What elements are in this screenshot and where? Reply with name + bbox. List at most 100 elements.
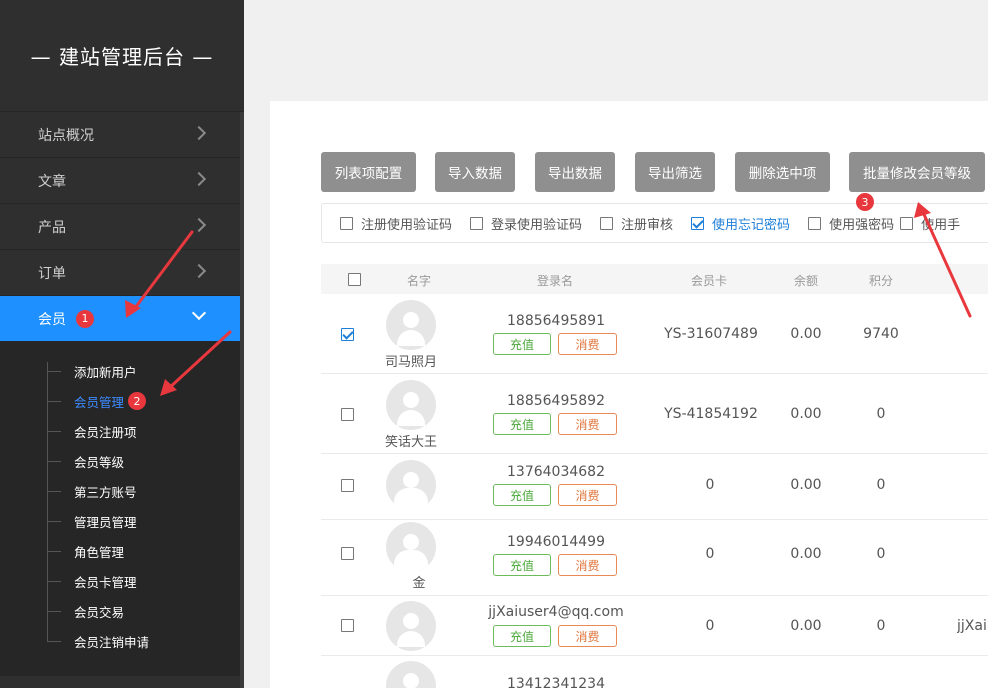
avatar [386,300,436,350]
row-balance: 0.00 [790,326,822,342]
app-title: — 建站管理后台 — [0,0,244,112]
sidebar-item-label: 产品 [38,219,66,236]
row-checkbox[interactable] [341,619,354,632]
row-nickname: 笑话大王 [384,435,437,450]
row-balance: 0.00 [790,546,822,562]
checkbox[interactable] [600,216,614,230]
list-config-button[interactable]: 列表项配置 [321,152,416,192]
table-row[interactable]: 13764034682 充值 消费 0 0.00 0 [321,454,988,520]
annotation-badge-2: 2 [128,392,147,410]
chevron-right-icon [191,125,207,141]
consume-button[interactable]: 消费 [558,484,617,506]
consume-button[interactable]: 消费 [558,625,617,647]
row-nickname: 金 [412,576,426,591]
checkbox[interactable] [470,216,484,230]
submenu-role-management[interactable]: 角色管理 [0,536,244,566]
row-checkbox[interactable] [341,408,354,421]
row-card: 0 [705,546,715,562]
avatar [386,661,436,688]
options-bar: 注册使用验证码 登录使用验证码 注册审核 使用忘记密码 使用强密码 使用手 [321,203,988,243]
submenu-member-transactions[interactable]: 会员交易 [0,596,244,626]
row-points: 0 [876,546,886,562]
checkbox[interactable] [808,216,822,230]
submenu-third-party-accounts[interactable]: 第三方账号 [0,476,244,506]
checkbox[interactable] [340,216,353,230]
sidebar-item-label: 站点概况 [38,127,94,144]
submenu-add-user[interactable]: 添加新用户 [0,356,244,386]
submenu-member-card-management[interactable]: 会员卡管理 [0,566,244,596]
row-points: 0 [876,618,886,634]
submenu-registration-fields[interactable]: 会员注册项 [0,416,244,446]
option-label: 注册审核 [621,217,674,233]
export-filter-button[interactable]: 导出筛选 [635,152,715,192]
row-login: 18856495891 [507,313,605,329]
header-card: 会员卡 [691,274,728,288]
sidebar-item-orders[interactable]: 订单 [0,250,244,296]
row-checkbox[interactable] [341,479,354,492]
option-use-phone[interactable]: 使用手 [900,214,960,233]
avatar [386,522,436,572]
recharge-button[interactable]: 充值 [493,625,551,647]
table-row[interactable]: 金 19946014499 充值 消费 0 0.00 0 [321,520,988,596]
row-card: YS-31607489 [664,326,758,342]
consume-button[interactable]: 消费 [558,554,617,576]
submenu-member-levels[interactable]: 会员等级 [0,446,244,476]
submenu-admin-management[interactable]: 管理员管理 [0,506,244,536]
option-register-review[interactable]: 注册审核 [600,214,673,233]
recharge-button[interactable]: 充值 [493,554,551,576]
sidebar-item-products[interactable]: 产品 [0,204,244,250]
option-label: 使用忘记密码 [712,217,791,233]
header-login: 登录名 [537,274,574,288]
delete-selected-button[interactable]: 删除选中项 [735,152,830,192]
batch-modify-level-button[interactable]: 批量修改会员等级 [849,152,985,192]
table-row[interactable]: 司马照月 18856495891 充值 消费 YS-31607489 0.00 … [321,294,988,374]
row-login: 18856495892 [507,393,605,409]
recharge-button[interactable]: 充值 [493,413,551,435]
option-login-captcha[interactable]: 登录使用验证码 [470,214,582,233]
row-card: YS-41854192 [664,406,758,422]
row-login: jjXaiuser4@qq.com [488,604,624,620]
import-data-button[interactable]: 导入数据 [435,152,515,192]
recharge-button[interactable]: 充值 [493,484,551,506]
chevron-right-icon [191,171,207,187]
row-balance: 0.00 [790,477,822,493]
row-checkbox[interactable] [341,547,354,560]
sidebar-scrollbar[interactable] [240,112,244,688]
row-card: 0 [705,618,715,634]
sidebar-item-articles[interactable]: 文章 [0,158,244,204]
table-row[interactable]: jjXaiuser4@qq.com 充值 消费 0 0.00 0 jjXai [321,596,988,656]
table-row[interactable]: 笑话大王 18856495892 充值 消费 YS-41854192 0.00 … [321,374,988,454]
select-all-checkbox[interactable] [348,273,361,286]
row-points: 0 [876,406,886,422]
table-header: 名字 登录名 会员卡 余额 积分 [321,264,988,294]
row-login: 13764034682 [507,464,605,480]
header-balance: 余额 [794,274,819,288]
avatar [386,460,436,510]
table-row[interactable]: 13412341234 [321,656,988,688]
option-forgot-password[interactable]: 使用忘记密码 [691,214,790,233]
sidebar-item-label: 会员 [38,311,66,328]
members-submenu: 添加新用户 会员管理 2 会员注册项 会员等级 第三方账号 管理员管理 角色管理… [0,342,244,676]
avatar [386,380,436,430]
checkbox-checked[interactable] [691,216,705,230]
option-register-captcha[interactable]: 注册使用验证码 [340,214,452,233]
row-balance: 0.00 [790,406,822,422]
sidebar-item-overview[interactable]: 站点概况 [0,112,244,158]
consume-button[interactable]: 消费 [558,333,617,355]
export-data-button[interactable]: 导出数据 [535,152,615,192]
row-nickname: 司马照月 [384,355,437,370]
submenu-label: 会员管理 [74,394,125,410]
checkbox[interactable] [900,216,914,230]
submenu-deregistration-requests[interactable]: 会员注销申请 [0,626,244,656]
sidebar-item-members[interactable]: 会员 1 [0,296,244,342]
row-checkbox-checked[interactable] [341,328,354,341]
row-balance: 0.00 [790,618,822,634]
chevron-right-icon [191,263,207,279]
option-strong-password[interactable]: 使用强密码 [808,214,894,233]
submenu-member-management[interactable]: 会员管理 2 [0,386,244,416]
recharge-button[interactable]: 充值 [493,333,551,355]
avatar [386,601,436,651]
row-points: 0 [876,477,886,493]
consume-button[interactable]: 消费 [558,413,617,435]
annotation-badge-1: 1 [76,309,94,328]
